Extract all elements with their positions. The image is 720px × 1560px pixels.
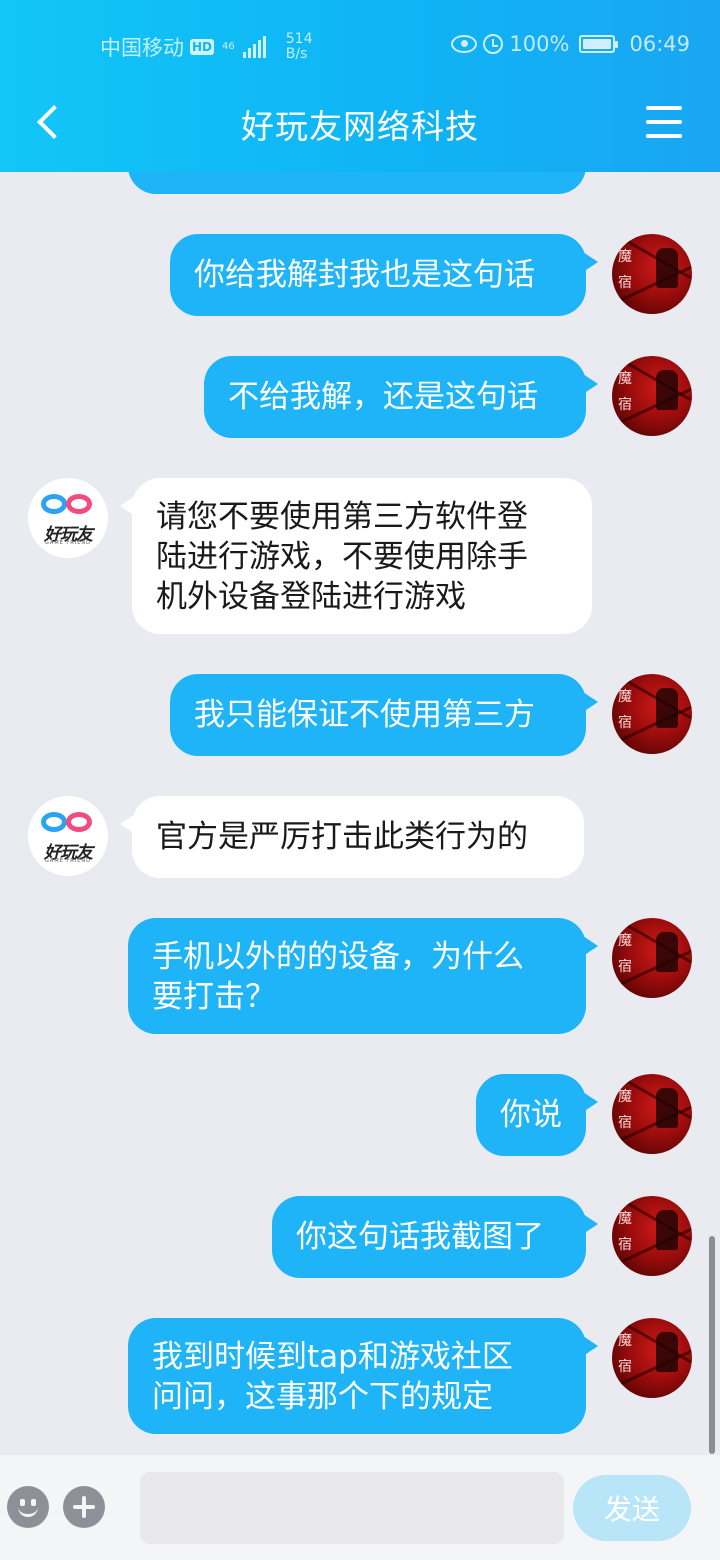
network-speed: 514 B/s [286, 32, 313, 62]
carrier-label: 中国移动 [100, 36, 184, 60]
send-button[interactable]: 发送 [573, 1475, 691, 1541]
bot-avatar[interactable]: 好玩友 GAME FRIEND [28, 478, 108, 558]
plus-icon[interactable] [63, 1486, 105, 1528]
message-text: 官方是严厉打击此类行为的 [156, 819, 528, 855]
message-text: 我只能保证不使用第三方 [194, 697, 535, 733]
alarm-icon [483, 34, 504, 54]
clock-time: 06:49 [629, 32, 690, 56]
message-line: 机外设备登陆进行游戏 [156, 579, 466, 615]
status-left: 中国移动 HD 46 514 B/s [100, 32, 312, 62]
message-line: 问问，这事那个下的规定 [152, 1379, 493, 1415]
chat-title: 好玩友网络科技 [241, 107, 479, 146]
chat-area[interactable]: 你给我解封我也是这句话 魔 宿 不给我解，还是这句话 魔 宿 好玩友 GAME … [0, 172, 720, 1455]
message-text: 不给我解，还是这句话 [228, 379, 538, 415]
network-type: 46 [222, 41, 235, 52]
bot-avatar[interactable]: 好玩友 GAME FRIEND [28, 796, 108, 876]
user-avatar[interactable]: 魔 宿 [612, 1196, 692, 1276]
message-bubble: 官方是严厉打击此类行为的 [120, 796, 584, 878]
input-bar: 发送 [0, 1455, 720, 1560]
user-avatar[interactable]: 魔 宿 [612, 356, 692, 436]
message-bubble: 你这句话我截图了 [272, 1196, 598, 1278]
message-text: 你给我解封我也是这句话 [194, 257, 535, 293]
message-bubble: 你说 [476, 1074, 598, 1156]
battery-icon [579, 35, 619, 53]
chat-scrollbar[interactable] [709, 1236, 715, 1454]
message-bubble-partial [128, 172, 586, 194]
message-bubble: 不给我解，还是这句话 [204, 356, 598, 438]
status-right: 100% 06:49 [451, 32, 690, 56]
message-text: 你这句话我截图了 [296, 1219, 544, 1255]
message-text: 你说 [500, 1097, 562, 1133]
menu-icon[interactable] [646, 106, 682, 138]
signal-icon [242, 36, 266, 58]
message-bubble: 我只能保证不使用第三方 [170, 674, 598, 756]
battery-percent: 100% [509, 32, 570, 56]
message-line: 陆进行游戏，不要使用除手 [156, 539, 528, 575]
message-bubble: 请您不要使用第三方软件登 陆进行游戏，不要使用除手 机外设备登陆进行游戏 [120, 478, 592, 634]
speed-value: 514 [285, 31, 313, 47]
user-avatar[interactable]: 魔 宿 [612, 234, 692, 314]
status-bar: 中国移动 HD 46 514 B/s 100% 06:49 [0, 22, 720, 72]
message-line: 请您不要使用第三方软件登 [156, 499, 528, 535]
message-bubble: 我到时候到tap和游戏社区 问问，这事那个下的规定 [128, 1318, 598, 1434]
message-bubble: 手机以外的的设备，为什么 要打击？ [128, 918, 598, 1034]
eye-comfort-icon [451, 35, 478, 53]
hd-badge: HD [190, 39, 215, 55]
emoji-icon[interactable] [7, 1486, 49, 1528]
user-avatar[interactable]: 魔 宿 [612, 918, 692, 998]
user-avatar[interactable]: 魔 宿 [612, 674, 692, 754]
message-input[interactable] [140, 1472, 564, 1544]
message-line: 要打击？ [152, 979, 276, 1015]
message-bubble: 你给我解封我也是这句话 [170, 234, 598, 316]
user-avatar[interactable]: 魔 宿 [612, 1318, 692, 1398]
app-header: 中国移动 HD 46 514 B/s 100% 06:49 好玩友网络科技 [0, 0, 720, 172]
message-line: 手机以外的的设备，为什么 [152, 939, 524, 975]
message-line: 我到时候到tap和游戏社区 [152, 1339, 513, 1375]
speed-unit: B/s [285, 46, 308, 62]
user-avatar[interactable]: 魔 宿 [612, 1074, 692, 1154]
